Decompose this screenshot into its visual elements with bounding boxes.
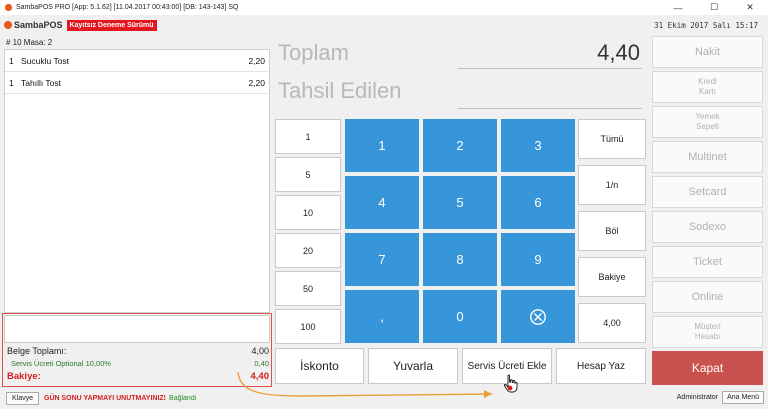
sambapos-window: SambaPOS PRO [App: 5.1.62] [11.04.2017 0… bbox=[0, 0, 768, 409]
logo-text: SambaPOS bbox=[14, 20, 63, 30]
payment-sodexo-button[interactable]: Sodexo bbox=[652, 211, 763, 243]
balance-label: Bakiye: bbox=[7, 371, 41, 382]
quick-amount-100[interactable]: 100 bbox=[275, 309, 341, 344]
payment-ticket-button[interactable]: Ticket bbox=[652, 246, 763, 278]
order-qty: 1 bbox=[9, 77, 14, 88]
payment-yemeksepeti-button[interactable]: Yemek Sepeti bbox=[652, 106, 763, 138]
payment-credit-card-button[interactable]: Kredi Kartı bbox=[652, 71, 763, 103]
numpad-0[interactable]: 0 bbox=[423, 290, 497, 343]
order-price: 2,20 bbox=[248, 55, 265, 66]
payment-multinet-button[interactable]: Multinet bbox=[652, 141, 763, 173]
keyboard-button[interactable]: Klavye bbox=[6, 392, 40, 405]
numpad-5[interactable]: 5 bbox=[423, 176, 497, 229]
order-qty: 1 bbox=[9, 55, 14, 66]
quick-amount-20[interactable]: 20 bbox=[275, 233, 341, 268]
maximize-button[interactable]: ☐ bbox=[696, 0, 732, 15]
title-bar: SambaPOS PRO [App: 5.1.62] [11.04.2017 0… bbox=[0, 0, 768, 15]
split-1n-button[interactable]: 1/n bbox=[578, 165, 646, 205]
numpad-comma[interactable]: , bbox=[345, 290, 419, 343]
ticket-total-value: 4,00 bbox=[251, 346, 269, 356]
circle-x-icon bbox=[530, 308, 546, 325]
header-bar: SambaPOS Kayıtsız Deneme Sürümü 31 Ekim … bbox=[0, 15, 768, 35]
numpad-3[interactable]: 3 bbox=[501, 119, 575, 172]
total-underline bbox=[458, 68, 642, 69]
window-title: SambaPOS PRO [App: 5.1.62] [11.04.2017 0… bbox=[16, 4, 239, 11]
numpad-7[interactable]: 7 bbox=[345, 233, 419, 286]
payment-setcard-button[interactable]: Setcard bbox=[652, 176, 763, 208]
quick-amount-10[interactable]: 10 bbox=[275, 195, 341, 230]
payment-online-button[interactable]: Online bbox=[652, 281, 763, 313]
current-user: Administrator bbox=[676, 394, 718, 401]
hand-cursor-icon bbox=[503, 374, 518, 393]
status-bar: Klavye GÜN SONU YAPMAYI UNUTMAYINIZ! Bağ… bbox=[0, 388, 768, 409]
balance-value: 4,40 bbox=[250, 371, 270, 382]
paid-label: Tahsil Edilen bbox=[278, 78, 402, 103]
order-row[interactable]: 1 Sucuklu Tost 2,20 bbox=[5, 50, 269, 72]
minimize-button[interactable]: — bbox=[660, 0, 696, 15]
service-fee-label: Servis Ücreti Optional 10,00% bbox=[11, 359, 112, 368]
quick-amount-1[interactable]: 1 bbox=[275, 119, 341, 154]
trial-badge: Kayıtsız Deneme Sürümü bbox=[66, 19, 157, 31]
numpad-4[interactable]: 4 bbox=[345, 176, 419, 229]
table-info: # 10 Masa: 2 bbox=[6, 38, 53, 47]
total-value: 4,40 bbox=[597, 40, 640, 65]
order-price: 2,20 bbox=[248, 77, 265, 88]
discount-button[interactable]: İskonto bbox=[275, 348, 364, 384]
ticket-total-row: Belge Toplamı: 4,00 bbox=[7, 346, 269, 356]
order-row[interactable]: 1 Tahıllı Tost 2,20 bbox=[5, 72, 269, 94]
app-icon bbox=[3, 3, 13, 13]
quick-amount-5[interactable]: 5 bbox=[275, 157, 341, 192]
order-name: Sucuklu Tost bbox=[21, 55, 70, 66]
close-ticket-button[interactable]: Kapat bbox=[652, 351, 763, 385]
payment-cash-button[interactable]: Nakit bbox=[652, 36, 763, 68]
main-menu-button[interactable]: Ana Menü bbox=[722, 391, 764, 404]
datetime-display: 31 Ekim 2017 Salı 15:17 bbox=[654, 21, 758, 30]
service-fee-row: Servis Ücreti Optional 10,00% 0,40 bbox=[7, 359, 269, 368]
split-balance-button[interactable]: Bakiye bbox=[578, 257, 646, 297]
numpad-2[interactable]: 2 bbox=[423, 119, 497, 172]
round-button[interactable]: Yuvarla bbox=[368, 348, 458, 384]
numpad-1[interactable]: 1 bbox=[345, 119, 419, 172]
order-list: 1 Sucuklu Tost 2,20 1 Tahıllı Tost 2,20 bbox=[4, 49, 270, 313]
logo-icon bbox=[4, 21, 12, 29]
connection-status: Bağlandı bbox=[169, 395, 197, 402]
numpad-clear-button[interactable] bbox=[501, 290, 575, 343]
numpad-8[interactable]: 8 bbox=[423, 233, 497, 286]
numpad-6[interactable]: 6 bbox=[501, 176, 575, 229]
sambapos-logo: SambaPOS bbox=[4, 20, 63, 30]
order-name: Tahıllı Tost bbox=[21, 77, 62, 88]
split-amount-button[interactable]: 4,00 bbox=[578, 303, 646, 343]
print-bill-button[interactable]: Hesap Yaz bbox=[556, 348, 646, 384]
service-fee-value: 0,40 bbox=[254, 359, 269, 368]
split-all-button[interactable]: Tümü bbox=[578, 119, 646, 159]
paid-input-line[interactable] bbox=[458, 108, 642, 109]
quick-amount-50[interactable]: 50 bbox=[275, 271, 341, 306]
total-label: Toplam bbox=[278, 40, 349, 65]
balance-row: Bakiye: 4,40 bbox=[7, 371, 269, 382]
end-of-day-warning: GÜN SONU YAPMAYI UNUTMAYINIZ! bbox=[44, 395, 167, 402]
numpad-9[interactable]: 9 bbox=[501, 233, 575, 286]
split-divide-button[interactable]: Böl bbox=[578, 211, 646, 251]
payment-customer-account-button[interactable]: Müşteri Hesabı bbox=[652, 316, 763, 348]
ticket-total-label: Belge Toplamı: bbox=[7, 346, 67, 356]
close-window-button[interactable]: ✕ bbox=[732, 0, 768, 15]
